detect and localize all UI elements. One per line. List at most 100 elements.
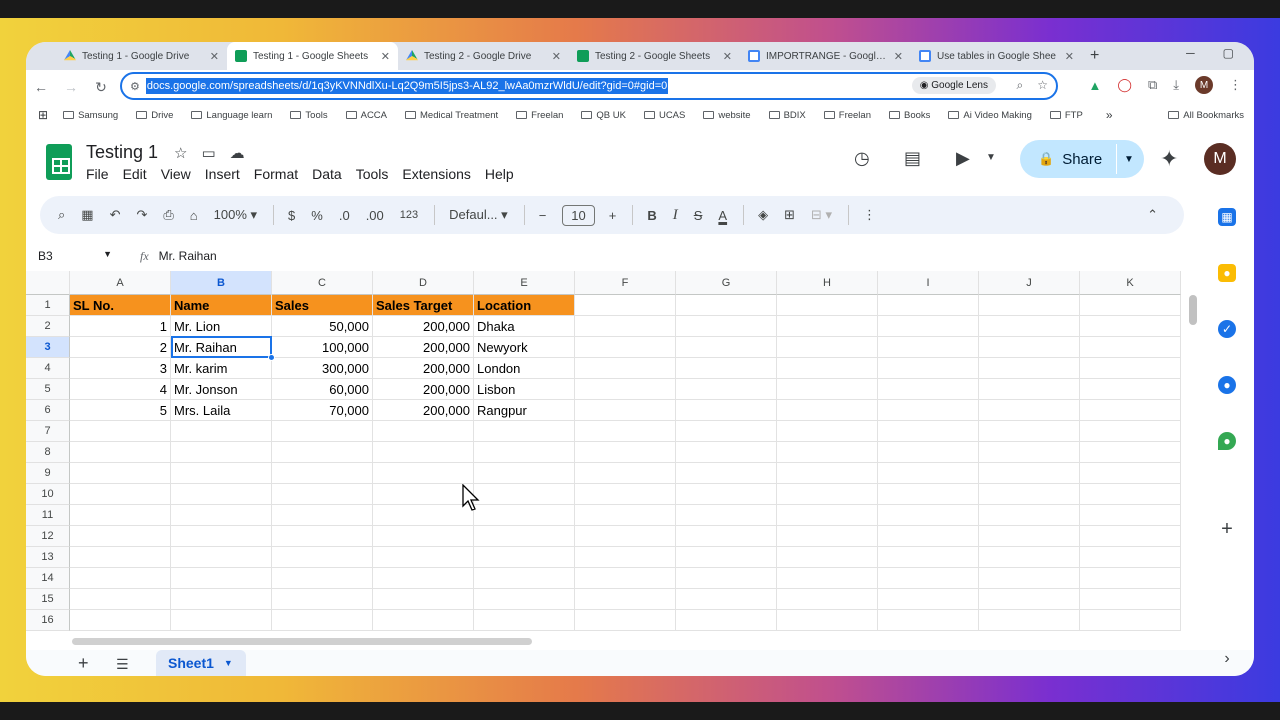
header-cell[interactable]: Sales xyxy=(272,295,373,316)
row-header[interactable]: 3 xyxy=(26,337,70,358)
cell[interactable] xyxy=(878,589,979,610)
cell[interactable] xyxy=(979,421,1080,442)
row-header[interactable]: 6 xyxy=(26,400,70,421)
meet-video-icon[interactable]: ▶ xyxy=(956,148,970,169)
cell[interactable] xyxy=(777,505,878,526)
increase-decimal-button[interactable]: .00 xyxy=(366,208,384,223)
cell[interactable] xyxy=(979,358,1080,379)
sheet-tab-sheet1[interactable]: Sheet1 ▼ xyxy=(156,650,246,676)
cell[interactable] xyxy=(676,379,777,400)
star-icon[interactable]: ☆ xyxy=(174,144,187,162)
menu-edit[interactable]: Edit xyxy=(123,166,147,182)
cell[interactable] xyxy=(474,421,575,442)
bookmark-folder[interactable]: Drive xyxy=(127,110,182,121)
sheets-logo-icon[interactable] xyxy=(46,144,72,180)
cell[interactable]: 3 xyxy=(70,358,171,379)
cell[interactable] xyxy=(979,589,1080,610)
cell[interactable] xyxy=(878,505,979,526)
cell[interactable] xyxy=(272,547,373,568)
cell[interactable]: 200,000 xyxy=(373,337,474,358)
column-header-c[interactable]: C xyxy=(272,271,373,295)
header-cell[interactable]: Location xyxy=(474,295,575,316)
drive-extension-icon[interactable]: ▲ xyxy=(1089,78,1102,93)
cell[interactable] xyxy=(272,505,373,526)
cell[interactable] xyxy=(878,526,979,547)
menu-format[interactable]: Format xyxy=(254,166,298,182)
cell[interactable] xyxy=(171,442,272,463)
zoom-icon[interactable]: ⌕ xyxy=(1017,78,1024,93)
bookmark-folder[interactable]: Freelan xyxy=(507,110,572,121)
cell[interactable] xyxy=(979,568,1080,589)
browser-tab[interactable]: Testing 1 - Google Drive ✕ xyxy=(56,42,227,70)
forward-icon[interactable]: → xyxy=(56,79,86,95)
cell[interactable] xyxy=(70,505,171,526)
cell[interactable] xyxy=(575,463,676,484)
column-header-a[interactable]: A xyxy=(70,271,171,295)
cell[interactable] xyxy=(70,610,171,631)
cell[interactable] xyxy=(272,463,373,484)
cell[interactable] xyxy=(777,442,878,463)
cell[interactable] xyxy=(171,610,272,631)
cell[interactable] xyxy=(1080,526,1181,547)
cell[interactable] xyxy=(878,400,979,421)
bookmark-folder[interactable]: Samsung xyxy=(54,110,127,121)
tasks-icon[interactable]: ✓ xyxy=(1218,320,1236,338)
browser-tab[interactable]: Testing 2 - Google Drive ✕ xyxy=(398,42,569,70)
new-tab-button[interactable]: + xyxy=(1090,47,1099,65)
cell[interactable] xyxy=(676,526,777,547)
row-header[interactable]: 1 xyxy=(26,295,70,316)
row-header[interactable]: 14 xyxy=(26,568,70,589)
cell[interactable] xyxy=(575,400,676,421)
cell[interactable] xyxy=(171,547,272,568)
cell[interactable] xyxy=(676,505,777,526)
borders-icon[interactable]: ⊞ xyxy=(784,207,795,223)
cell[interactable] xyxy=(878,484,979,505)
cell[interactable] xyxy=(575,568,676,589)
zoom-select[interactable]: 100% ▾ xyxy=(214,207,257,223)
keep-icon[interactable]: ● xyxy=(1218,264,1236,282)
horizontal-scrollbar[interactable] xyxy=(72,638,532,645)
print-icon[interactable]: ⎙ xyxy=(163,207,173,223)
cell[interactable] xyxy=(373,421,474,442)
cell[interactable] xyxy=(474,568,575,589)
cell[interactable] xyxy=(979,463,1080,484)
cell[interactable] xyxy=(272,421,373,442)
menu-data[interactable]: Data xyxy=(312,166,342,182)
menu-help[interactable]: Help xyxy=(485,166,514,182)
cell[interactable] xyxy=(777,568,878,589)
cell[interactable]: 300,000 xyxy=(272,358,373,379)
fill-handle[interactable] xyxy=(268,354,275,361)
cell[interactable] xyxy=(1080,589,1181,610)
increase-font-size-icon[interactable]: + xyxy=(609,208,617,223)
minimize-icon[interactable]: ─ xyxy=(1186,46,1195,60)
vertical-scrollbar[interactable] xyxy=(1189,295,1197,325)
cell[interactable] xyxy=(70,421,171,442)
cell[interactable] xyxy=(373,463,474,484)
move-folder-icon[interactable]: ▭ xyxy=(201,144,215,162)
cell[interactable] xyxy=(676,610,777,631)
meet-dropdown-icon[interactable]: ▼ xyxy=(986,152,996,163)
cell[interactable] xyxy=(575,589,676,610)
cell[interactable] xyxy=(878,379,979,400)
row-header[interactable]: 8 xyxy=(26,442,70,463)
cell[interactable] xyxy=(373,568,474,589)
cell[interactable] xyxy=(878,463,979,484)
cell[interactable] xyxy=(1080,610,1181,631)
cell[interactable]: 2 xyxy=(70,337,171,358)
cell[interactable] xyxy=(70,568,171,589)
cell[interactable] xyxy=(373,610,474,631)
cell[interactable] xyxy=(777,421,878,442)
gemini-sparkle-icon[interactable]: ✦ xyxy=(1160,146,1178,172)
row-header[interactable]: 2 xyxy=(26,316,70,337)
bookmark-folder[interactable]: BDIX xyxy=(760,110,815,121)
cell[interactable]: 200,000 xyxy=(373,358,474,379)
cell[interactable]: Lisbon xyxy=(474,379,575,400)
cell[interactable] xyxy=(777,526,878,547)
cell[interactable] xyxy=(1080,379,1181,400)
select-all-corner[interactable] xyxy=(26,271,70,295)
cell[interactable] xyxy=(979,547,1080,568)
cell[interactable] xyxy=(979,316,1080,337)
cell[interactable] xyxy=(979,295,1080,316)
bold-button[interactable]: B xyxy=(647,208,656,223)
close-tab-icon[interactable]: ✕ xyxy=(552,50,561,63)
